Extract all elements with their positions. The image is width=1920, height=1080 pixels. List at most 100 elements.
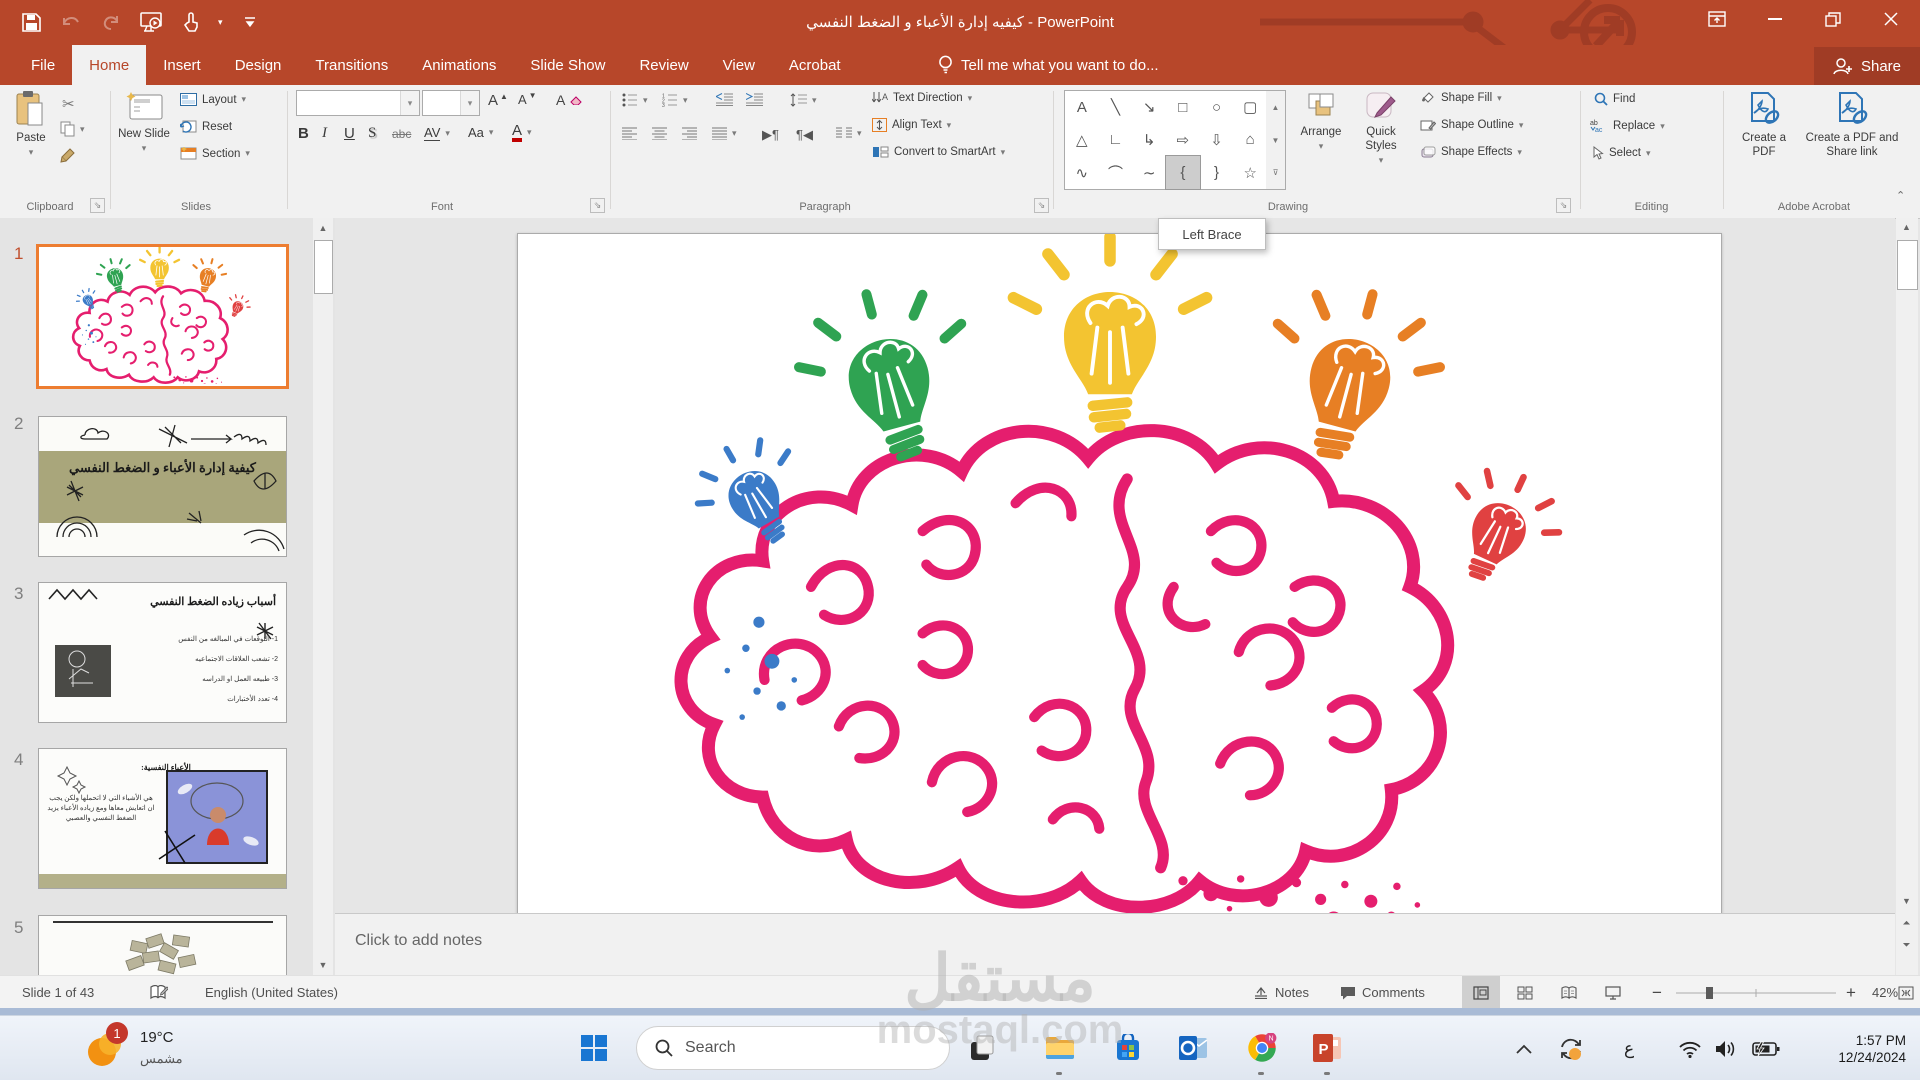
file-explorer-icon[interactable] [1044,1032,1076,1064]
shape-right-arrow-icon[interactable]: ⇨ [1166,124,1200,157]
notes-toggle[interactable]: Notes [1253,976,1309,1009]
font-dialog-launcher-icon[interactable]: ⇘ [590,198,605,213]
bullets-button[interactable]: ▾ [622,93,648,107]
tab-transitions[interactable]: Transitions [298,45,405,85]
scrollbar-thumb[interactable] [1897,240,1918,290]
line-spacing-button[interactable]: ▾ [790,93,817,107]
tray-chevron-icon[interactable] [1516,1016,1532,1080]
increase-indent-button[interactable] [746,93,763,106]
zoom-level[interactable]: 42% [1872,976,1898,1009]
gallery-more-icon[interactable]: ⊽ [1266,156,1285,189]
tell-me-box[interactable]: Tell me what you want to do... [938,45,1159,85]
find-button[interactable]: Find [1594,92,1635,106]
strikethrough-button[interactable]: abc [392,127,411,141]
shape-elbow-arrow-connector-icon[interactable]: ↳ [1132,124,1166,157]
font-name-combo[interactable]: ▾ [296,90,420,116]
shape-scribble-icon[interactable]: ∿ [1065,156,1099,189]
font-color-button[interactable]: A▾ [512,123,532,142]
language-indicator[interactable]: English (United States) [205,976,338,1009]
notes-placeholder[interactable]: Click to add notes [355,932,482,950]
shape-text-box-icon[interactable]: A [1065,91,1099,124]
tab-design[interactable]: Design [218,45,299,85]
bold-button[interactable]: B [298,125,309,142]
clear-formatting-button[interactable]: A [556,92,582,108]
tab-view[interactable]: View [706,45,772,85]
copy-button[interactable]: ▾ [60,121,85,137]
quick-styles-button[interactable]: Quick Styles ▾ [1352,91,1410,167]
change-case-button[interactable]: Aa▾ [468,125,493,140]
format-painter-button[interactable] [60,147,76,163]
scroll-up-icon[interactable]: ▲ [1897,222,1916,232]
create-pdf-button[interactable]: Create a PDF [1732,91,1796,159]
gallery-up-icon[interactable]: ▲ [1266,91,1285,124]
powerpoint-icon[interactable]: P [1312,1032,1344,1064]
zoom-out-button[interactable]: − [1652,976,1662,1009]
slide-5-thumbnail[interactable] [38,915,287,976]
normal-view-button[interactable] [1462,976,1500,1009]
slide-4-thumbnail[interactable]: الأعباء النفسية: هي الأشياء التي لا اتحم… [38,748,287,889]
tab-home[interactable]: Home [72,45,146,85]
undo-icon[interactable] [58,9,84,35]
start-button[interactable] [578,1032,610,1064]
layout-button[interactable]: Layout▾ [180,93,246,106]
shape-gallery-scrollbar[interactable]: ▲ ▼ ⊽ [1266,90,1286,190]
shape-rectangle-icon[interactable]: □ [1166,91,1200,124]
convert-to-smartart-button[interactable]: Convert to SmartArt▾ [872,145,1005,159]
text-shadow-button[interactable]: S [368,125,376,142]
paragraph-dialog-launcher-icon[interactable]: ⇘ [1034,198,1049,213]
wifi-icon[interactable] [1678,1016,1702,1080]
ltr-direction-button[interactable]: ▶¶ [762,127,779,143]
columns-button[interactable]: ▾ [836,127,862,140]
slide-counter[interactable]: Slide 1 of 43 [22,976,94,1009]
shape-arrow-icon[interactable]: ↘ [1132,91,1166,124]
customize-qat-icon[interactable] [237,9,263,35]
shape-isosceles-triangle-icon[interactable]: △ [1065,124,1099,157]
app-icon-window-stack[interactable] [966,1032,998,1064]
shape-fill-button[interactable]: Shape Fill▾ [1420,91,1502,105]
panel-scrollbar-thumb[interactable] [314,240,333,294]
align-right-button[interactable] [682,127,697,140]
search-box[interactable]: Search [636,1026,950,1070]
align-center-button[interactable] [652,127,667,140]
character-spacing-button[interactable]: AV▾ [424,125,450,141]
volume-icon[interactable] [1714,1016,1738,1080]
shrink-font-button[interactable]: A▼ [518,92,537,107]
shape-elbow-connector-icon[interactable]: ∟ [1099,124,1133,157]
editor-scrollbar[interactable]: ▲ ▼ ⏶ ⏷ [1896,218,1918,975]
shape-oval-icon[interactable]: ○ [1200,91,1234,124]
shape-arc-icon[interactable]: ⌒ [1099,156,1133,189]
chevron-down-icon[interactable]: ▾ [400,91,419,115]
replace-button[interactable]: abac Replace▾ [1590,119,1665,133]
shape-down-arrow-icon[interactable]: ⇩ [1200,124,1234,157]
touch-mouse-mode-icon[interactable] [178,9,204,35]
shape-right-brace-icon[interactable]: } [1200,156,1234,189]
gallery-down-icon[interactable]: ▼ [1266,124,1285,157]
slide-3-thumbnail[interactable]: أسباب زياده الضغط النفسي 1- التوقعات في … [38,582,287,723]
underline-button[interactable]: U [344,125,355,142]
comments-toggle[interactable]: Comments [1340,976,1425,1009]
shape-left-brace-icon[interactable]: { [1166,156,1200,189]
restore-icon[interactable] [1804,0,1862,38]
tab-acrobat[interactable]: Acrobat [772,45,858,85]
zoom-slider[interactable] [1676,976,1836,1009]
new-slide-button[interactable]: New Slide ▾ [116,91,172,155]
share-button[interactable]: Share [1814,47,1920,85]
start-from-beginning-icon[interactable] [138,9,164,35]
font-size-combo[interactable]: ▾ [422,90,480,116]
scroll-down-icon[interactable]: ▼ [1897,896,1916,906]
collapse-ribbon-icon[interactable]: ⌃ [1896,189,1905,202]
spell-check-icon[interactable] [150,976,168,1009]
justify-button[interactable]: ▾ [712,127,737,140]
select-button[interactable]: Select▾ [1592,146,1651,160]
next-slide-icon[interactable]: ⏷ [1897,940,1916,951]
reset-button[interactable]: Reset [180,120,232,133]
paste-button[interactable]: Paste ▾ [8,91,54,159]
clipboard-dialog-launcher-icon[interactable]: ⇘ [90,198,105,213]
tab-review[interactable]: Review [622,45,705,85]
slide-canvas[interactable] [517,233,1722,915]
chrome-icon[interactable]: N [1246,1032,1278,1064]
decrease-indent-button[interactable] [716,93,733,106]
shape-freeform-icon[interactable]: ⌂ [1233,124,1267,157]
reading-view-button[interactable] [1550,976,1588,1009]
ribbon-display-options-icon[interactable] [1688,0,1746,38]
